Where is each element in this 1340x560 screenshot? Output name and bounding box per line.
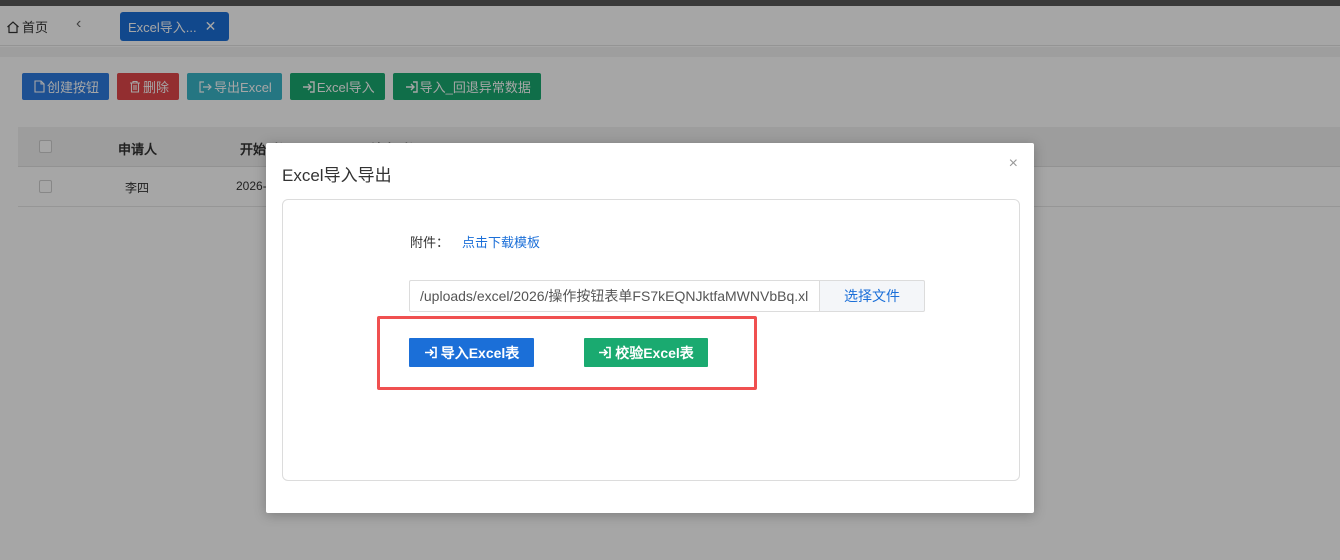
file-path-input[interactable]: /uploads/excel/2026/操作按钮表单FS7kEQNJktfaMW… [409,280,819,312]
import-excel-button[interactable]: 导入Excel表 [409,338,534,367]
dialog-panel: 附件： 点击下载模板 /uploads/excel/2026/操作按钮表单FS7… [282,199,1020,481]
attachment-label: 附件： [410,235,450,250]
close-icon[interactable]: × [1009,155,1018,173]
excel-import-export-dialog: Excel导入导出 × 附件： 点击下载模板 /uploads/excel/20… [266,143,1034,513]
verify-excel-button[interactable]: 校验Excel表 [584,338,708,367]
download-template-link[interactable]: 点击下载模板 [462,232,540,251]
sign-in-icon [599,346,612,359]
dialog-title: Excel导入导出 [282,166,392,185]
sign-in-icon [424,346,437,359]
choose-file-button[interactable]: 选择文件 [819,280,925,312]
